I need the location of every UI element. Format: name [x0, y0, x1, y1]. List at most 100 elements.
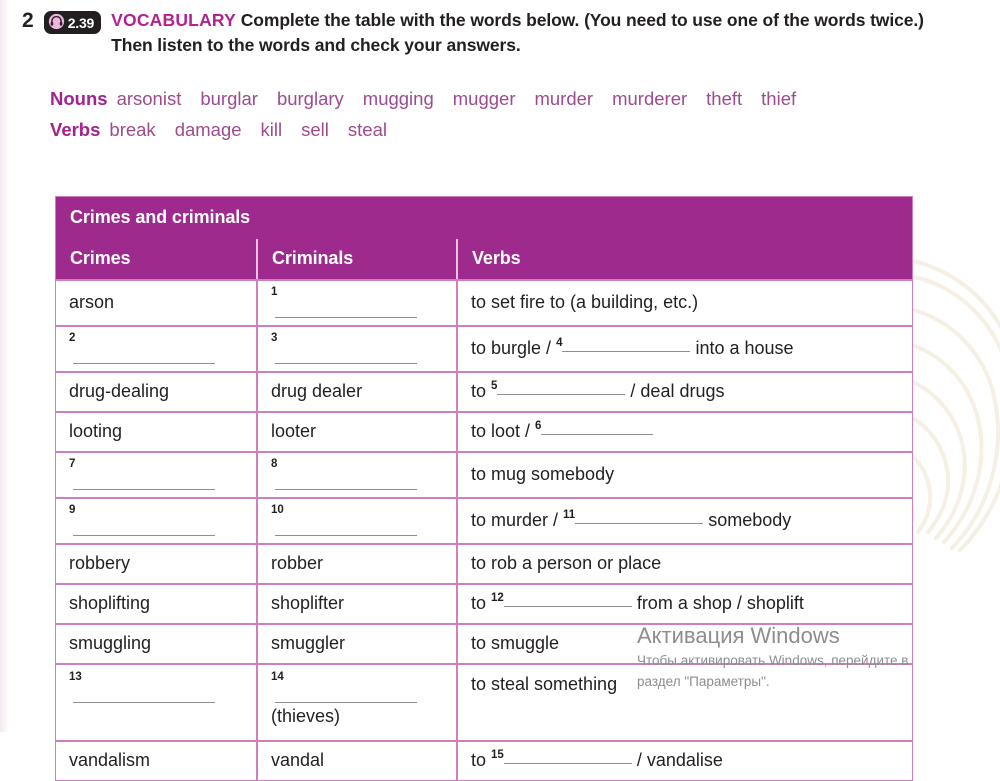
verb-text-before: to smuggle	[471, 633, 560, 653]
criminal-plural-note: (thieves)	[271, 706, 341, 726]
criminal-answer-blank[interactable]: 8	[256, 453, 456, 497]
verbs-label: Verbs	[50, 119, 101, 140]
answer-blank-line[interactable]	[541, 420, 654, 435]
instruction-block: VOCABULARY Complete the table with the w…	[111, 8, 940, 58]
blank-number: 8	[271, 458, 278, 470]
verb-phrase: to mug somebody	[471, 462, 900, 487]
answer-blank-line[interactable]	[275, 303, 417, 318]
verb-text-before: to	[471, 750, 492, 770]
verb-text-after: / vandalise	[631, 750, 723, 770]
answer-blank-line[interactable]	[503, 592, 632, 607]
blank-number: 3	[271, 332, 278, 344]
answer-blank-line[interactable]	[497, 380, 626, 395]
table-row: vandalism vandal to 15 / vandalise	[56, 740, 912, 780]
table-row: 13 14 (thieves) to steal something	[56, 663, 912, 740]
answer-blank-line[interactable]	[503, 749, 632, 764]
table-row: drug-dealing drug dealer to 5 / deal drugs	[56, 371, 912, 411]
verb-cell[interactable]: to burgle / 4 into a house	[456, 327, 912, 371]
crime-cell: shoplifting	[69, 593, 151, 613]
verb-text-before: to loot /	[471, 421, 536, 441]
audio-track-badge[interactable]: 2.39	[43, 11, 102, 34]
criminal-cell: shoplifter	[256, 585, 456, 623]
verb-phrase: to rob a person or place	[471, 551, 900, 576]
criminal-cell: robber	[256, 545, 456, 583]
criminal-answer-blank[interactable]: 3	[256, 327, 456, 371]
verb-phrase: to burgle / 4 into a house	[471, 336, 900, 361]
verb-word: kill	[260, 119, 283, 140]
answer-blank-line[interactable]	[562, 337, 691, 352]
answer-blank-line[interactable]	[275, 349, 417, 364]
column-header-criminals: Criminals	[256, 239, 456, 279]
verb-word: sell	[301, 119, 329, 140]
verb-text-before: to mug somebody	[471, 464, 615, 484]
criminal-answer-blank[interactable]: 10	[256, 499, 456, 543]
blank-number: 1	[271, 286, 278, 298]
criminal-cell: smuggler	[256, 625, 456, 663]
blank-number: 9	[69, 504, 76, 516]
blank-number: 11	[563, 509, 576, 521]
blank-number: 13	[69, 671, 82, 683]
answer-blank-line[interactable]	[73, 475, 215, 490]
noun-word: burglary	[276, 88, 344, 109]
crime-answer-blank[interactable]: 7	[56, 453, 256, 497]
verbs-list: break damage kill sell steal	[109, 119, 406, 140]
noun-word: burglar	[200, 88, 258, 109]
blank-number: 2	[69, 332, 76, 344]
verb-cell[interactable]: to 5 / deal drugs	[456, 373, 912, 411]
noun-word: theft	[706, 88, 743, 109]
criminal-answer-blank[interactable]: 14 (thieves)	[256, 665, 456, 740]
table-row: smuggling smuggler to smuggle	[56, 623, 912, 663]
vocabulary-label: VOCABULARY	[111, 10, 236, 30]
word-bank: Nouns arsonist burglar burglary mugging mugge…	[50, 83, 930, 145]
headphones-icon	[48, 13, 65, 33]
verb-text-before: to steal something	[471, 674, 618, 694]
verb-phrase: to loot / 6	[471, 419, 900, 444]
verb-phrase: to steal something	[471, 672, 900, 697]
answer-blank-line[interactable]	[275, 475, 417, 490]
answer-blank-line[interactable]	[275, 688, 417, 703]
word-bank-nouns: Nouns arsonist burglar burglary mugging mugge…	[50, 83, 930, 114]
noun-word: thief	[761, 88, 797, 109]
crime-answer-blank[interactable]: 2	[56, 327, 256, 371]
answer-blank-line[interactable]	[73, 688, 215, 703]
verb-cell: to set fire to (a building, etc.)	[456, 281, 912, 325]
verb-cell: to steal something	[456, 665, 912, 740]
word-bank-verbs: Verbs break damage kill sell steal	[50, 114, 930, 145]
answer-blank-line[interactable]	[73, 521, 215, 536]
exercise-number: 2	[22, 9, 34, 32]
answer-blank-line[interactable]	[575, 509, 704, 524]
verb-text-after: from a shop / shoplift	[631, 593, 804, 613]
noun-word: arsonist	[116, 88, 182, 109]
criminal-cell: vandal	[256, 742, 456, 780]
table-row: looting looter to loot / 6	[56, 411, 912, 451]
column-header-crimes: Crimes	[70, 248, 131, 268]
table-caption: Crimes and criminals	[56, 197, 912, 239]
crime-cell: smuggling	[69, 633, 152, 653]
verb-text-before: to	[471, 381, 492, 401]
table-row: 2 3 to burgle / 4 into a house	[56, 325, 912, 371]
verb-cell[interactable]: to loot / 6	[456, 413, 912, 451]
verb-phrase: to smuggle	[471, 631, 900, 656]
table-row: robbery robber to rob a person or place	[56, 543, 912, 583]
crime-answer-blank[interactable]: 13	[56, 665, 256, 740]
verb-cell[interactable]: to 12 from a shop / shoplift	[456, 585, 912, 623]
nouns-label: Nouns	[50, 88, 108, 109]
table-body: arson 1 to set fire to (a building, etc.) 2…	[56, 279, 912, 780]
verb-text-before: to burgle /	[471, 338, 557, 358]
blank-number: 12	[491, 592, 504, 604]
verb-text-before: to	[471, 593, 492, 613]
answer-blank-line[interactable]	[275, 521, 417, 536]
crime-cell: drug-dealing	[69, 381, 170, 401]
noun-word: murder	[534, 88, 594, 109]
verb-cell: to rob a person or place	[456, 545, 912, 583]
crime-answer-blank[interactable]: 9	[56, 499, 256, 543]
crimes-and-criminals-table: Crimes and criminals Crimes Criminals Ve…	[55, 196, 913, 781]
verb-cell[interactable]: to murder / 11 somebody	[456, 499, 912, 543]
criminal-answer-blank[interactable]: 1	[256, 281, 456, 325]
audio-track-number: 2.39	[67, 14, 95, 31]
answer-blank-line[interactable]	[73, 349, 215, 364]
noun-word: mugging	[362, 88, 434, 109]
blank-number: 14	[271, 671, 284, 683]
verb-cell[interactable]: to 15 / vandalise	[456, 742, 912, 780]
verb-cell: to mug somebody	[456, 453, 912, 497]
